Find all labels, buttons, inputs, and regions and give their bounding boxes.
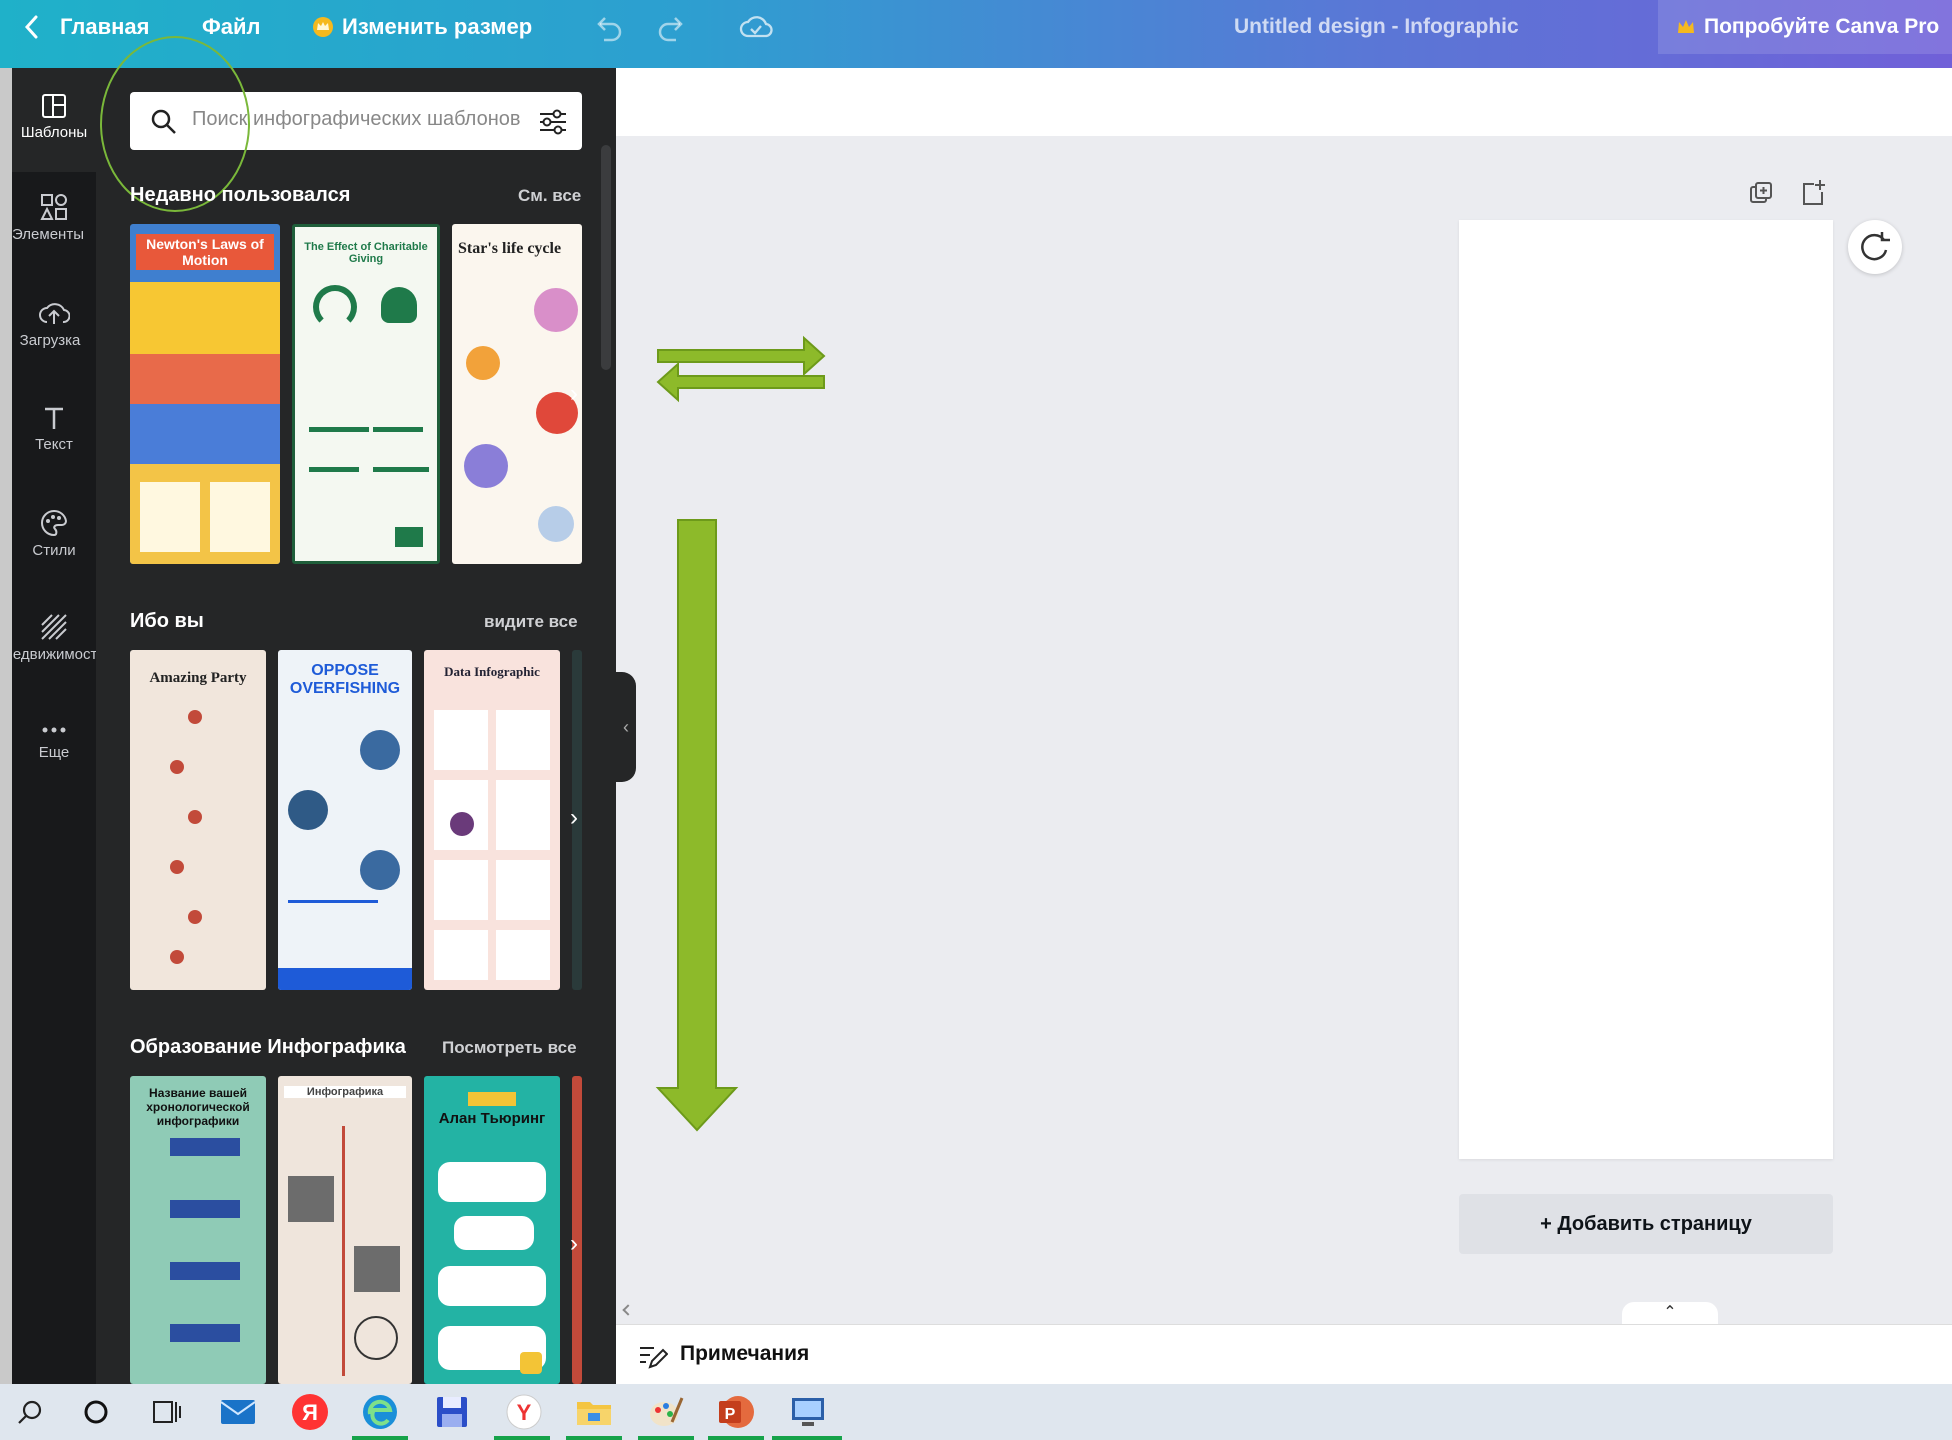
thumb-title: Data Infographic xyxy=(444,664,540,679)
thumb-title: Название вашей хронологической инфографи… xyxy=(146,1086,250,1128)
thumb-title: Инфографика xyxy=(284,1086,406,1098)
search-icon[interactable] xyxy=(10,1392,50,1432)
file-menu[interactable]: Файл xyxy=(202,14,261,40)
see-all-recent-link[interactable]: См. все xyxy=(518,186,581,206)
rail-item-text[interactable]: Текст xyxy=(12,404,96,494)
paint-icon[interactable] xyxy=(646,1392,686,1432)
design-page[interactable] xyxy=(1459,220,1833,1159)
powerpoint-icon[interactable]: P xyxy=(716,1392,756,1432)
rail-item-templates[interactable]: Шаблоны xyxy=(12,68,96,172)
mail-icon[interactable] xyxy=(218,1392,258,1432)
svg-text:P: P xyxy=(725,1406,736,1423)
active-app-indicator xyxy=(708,1436,764,1440)
cloud-saved-icon[interactable] xyxy=(738,12,774,42)
thumb-title: Алан Тьюринг xyxy=(438,1110,546,1127)
svg-text:Y: Y xyxy=(517,1400,532,1425)
carousel-next-icon[interactable]: › xyxy=(570,804,578,832)
cortana-icon[interactable] xyxy=(76,1392,116,1432)
filter-icon[interactable] xyxy=(538,108,568,136)
template-thumb[interactable]: Data Infographic xyxy=(424,650,560,990)
notes-label: Примечания xyxy=(680,1342,810,1365)
undo-icon[interactable] xyxy=(592,14,624,42)
active-app-indicator xyxy=(638,1436,694,1440)
thumb-title: Amazing Party xyxy=(149,670,247,686)
try-pro-label: Попробуйте Canva Pro xyxy=(1704,15,1940,38)
rail-label: Текст xyxy=(35,436,73,453)
active-app-indicator xyxy=(352,1436,408,1440)
down-arrow-annotation xyxy=(654,518,740,1134)
see-all-for-you-link[interactable]: видите все xyxy=(484,612,578,632)
resize-button[interactable]: Изменить размер xyxy=(342,14,532,40)
rail-label: Еще xyxy=(38,744,70,761)
thumb-title: Star's life cycle xyxy=(458,240,562,257)
add-page-icon[interactable] xyxy=(1800,178,1826,206)
document-title[interactable]: Untitled design - Infographic xyxy=(1234,15,1519,39)
yandex-browser-icon[interactable]: Y xyxy=(504,1392,544,1432)
notes-icon xyxy=(638,1343,668,1369)
active-app-indicator xyxy=(772,1436,842,1440)
carousel-next-icon[interactable]: › xyxy=(570,1230,578,1258)
expand-pages-icon[interactable]: ⌃ xyxy=(1622,1302,1718,1326)
explorer-icon[interactable] xyxy=(574,1392,614,1432)
template-thumb[interactable]: Amazing Party xyxy=(130,650,266,990)
notes-bar[interactable]: Примечания xyxy=(616,1324,1952,1384)
panel-scrollbar[interactable] xyxy=(601,145,611,370)
upload-icon xyxy=(12,298,96,328)
back-chevron-icon[interactable] xyxy=(22,14,42,40)
carousel-next-icon[interactable]: › xyxy=(570,380,578,408)
rail-item-more[interactable]: Еще xyxy=(12,720,96,810)
add-page-button[interactable]: + Добавить страницу xyxy=(1459,1194,1833,1254)
template-thumb[interactable]: Инфографика xyxy=(278,1076,412,1384)
save-icon[interactable] xyxy=(432,1392,472,1432)
template-thumb[interactable]: The Effect of Charitable Giving xyxy=(292,224,440,564)
section-title-recent: Недавно пользовался xyxy=(130,184,351,206)
see-all-education-link[interactable]: Посмотреть все xyxy=(442,1038,577,1058)
try-pro-button[interactable]: Попробуйте Canva Pro xyxy=(1658,0,1952,54)
window-edge xyxy=(0,68,12,1384)
rail-label: Загрузка xyxy=(19,332,81,349)
rail-item-background[interactable]: Недвижимость xyxy=(12,612,96,702)
rail-item-upload[interactable]: Загрузка xyxy=(12,298,96,388)
thumb-title: Newton's Laws of Motion xyxy=(136,234,274,270)
svg-text:Я: Я xyxy=(302,1400,318,1425)
workspace-header xyxy=(616,68,1952,136)
home-link[interactable]: Главная xyxy=(60,14,149,40)
more-icon xyxy=(12,720,96,740)
crown-icon xyxy=(1676,18,1696,36)
text-icon xyxy=(12,404,96,432)
template-thumb[interactable]: Название вашей хронологической инфографи… xyxy=(130,1076,266,1384)
thumb-title: OPPOSE OVERFISHING xyxy=(289,662,401,697)
active-app-indicator xyxy=(494,1436,550,1440)
swap-arrows-annotation xyxy=(654,332,828,412)
styles-icon xyxy=(12,508,96,538)
yandex-icon[interactable]: Я xyxy=(290,1392,330,1432)
section-title-for-you: Ибо вы xyxy=(130,610,204,632)
crown-coin-icon xyxy=(312,16,334,38)
template-thumb[interactable]: OPPOSE OVERFISHING xyxy=(278,650,412,990)
templates-icon xyxy=(12,92,96,120)
rail-label: Шаблоны xyxy=(20,124,88,141)
template-thumb[interactable]: Алан Тьюринг xyxy=(424,1076,560,1384)
rail-label: Элементы xyxy=(12,226,84,243)
elements-icon xyxy=(12,192,96,222)
template-thumb[interactable]: Newton's Laws of Motion xyxy=(130,224,280,564)
rail-item-styles[interactable]: Стили xyxy=(12,508,96,598)
active-app-indicator xyxy=(566,1436,622,1440)
task-view-icon[interactable] xyxy=(146,1392,186,1432)
template-thumb[interactable]: Star's life cycle xyxy=(452,224,582,564)
rail-item-elements[interactable]: Элементы xyxy=(12,192,96,282)
remote-desktop-icon[interactable] xyxy=(788,1392,828,1432)
duplicate-page-icon[interactable] xyxy=(1748,180,1774,206)
thumb-title: The Effect of Charitable Giving xyxy=(304,241,428,265)
edge-icon[interactable] xyxy=(360,1392,400,1432)
collapse-panel-icon[interactable]: ‹ xyxy=(616,672,636,782)
refresh-icon[interactable] xyxy=(1848,220,1902,274)
rail-label: Недвижимость xyxy=(12,646,96,663)
background-icon xyxy=(12,612,96,642)
redo-icon[interactable] xyxy=(656,14,688,42)
section-title-education: Образование Инфографика xyxy=(130,1036,406,1058)
rail-label: Стили xyxy=(32,542,76,559)
